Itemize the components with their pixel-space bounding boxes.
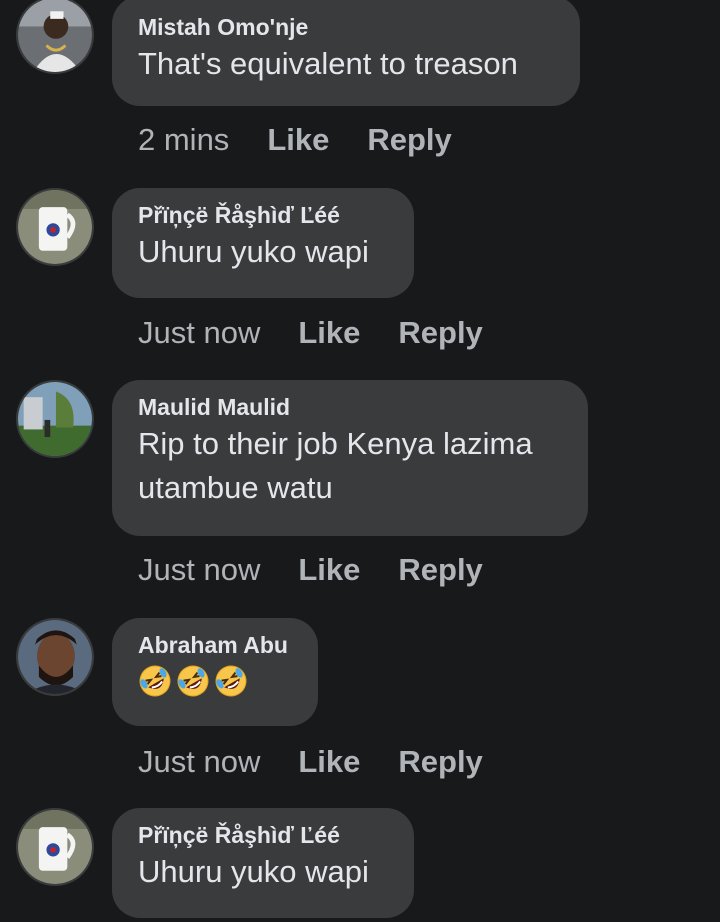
comment-bubble: Abraham Abu [112,618,318,726]
comment-text: That's equivalent to treason [138,46,518,81]
avatar[interactable] [16,618,94,696]
comment-text: Uhuru yuko wapi [138,234,369,269]
reply-button[interactable]: Reply [398,744,482,780]
avatar[interactable] [16,380,94,458]
comment-bubble: Mistah Omo'nje That's equivalent to trea… [112,0,580,106]
comment-actions: Just now Like Reply [138,311,483,355]
rolling-on-floor-laughing-icon [215,665,247,697]
comment-text: Rip to their job Kenya lazima utambue wa… [138,426,533,505]
comment-bubble: Přïņçë Řåşhìď Ľéé Uhuru yuko wapi [112,188,414,298]
comment-author[interactable]: Maulid Maulid [138,392,562,422]
rolling-on-floor-laughing-icon [177,665,209,697]
comment-emoji-row [138,660,292,698]
comment-timestamp[interactable]: Just now [138,315,260,351]
comment-author[interactable]: Abraham Abu [138,630,292,660]
comment-timestamp[interactable]: 2 mins [138,122,229,158]
comment-timestamp[interactable]: Just now [138,744,260,780]
like-button[interactable]: Like [298,744,360,780]
comment-bubble: Přïņçë Řåşhìď Ľéé Uhuru yuko wapi [112,808,414,918]
comment-text: Uhuru yuko wapi [138,854,369,889]
like-button[interactable]: Like [298,552,360,588]
avatar[interactable] [16,188,94,266]
like-button[interactable]: Like [298,315,360,351]
rolling-on-floor-laughing-icon [139,665,171,697]
comment-author[interactable]: Mistah Omo'nje [138,12,554,42]
comment-actions: Just now Like Reply [138,740,483,784]
reply-button[interactable]: Reply [367,122,451,158]
avatar[interactable] [16,808,94,886]
comment-author[interactable]: Přïņçë Řåşhìď Ľéé [138,200,388,230]
comment-author[interactable]: Přïņçë Řåşhìď Ľéé [138,820,388,850]
reply-button[interactable]: Reply [398,552,482,588]
comment-timestamp[interactable]: Just now [138,552,260,588]
comment-actions: Just now Like Reply [138,548,483,592]
reply-button[interactable]: Reply [398,315,482,351]
comment-bubble: Maulid Maulid Rip to their job Kenya laz… [112,380,588,536]
avatar[interactable] [16,0,94,74]
like-button[interactable]: Like [267,122,329,158]
comment-actions: 2 mins Like Reply [138,118,452,162]
